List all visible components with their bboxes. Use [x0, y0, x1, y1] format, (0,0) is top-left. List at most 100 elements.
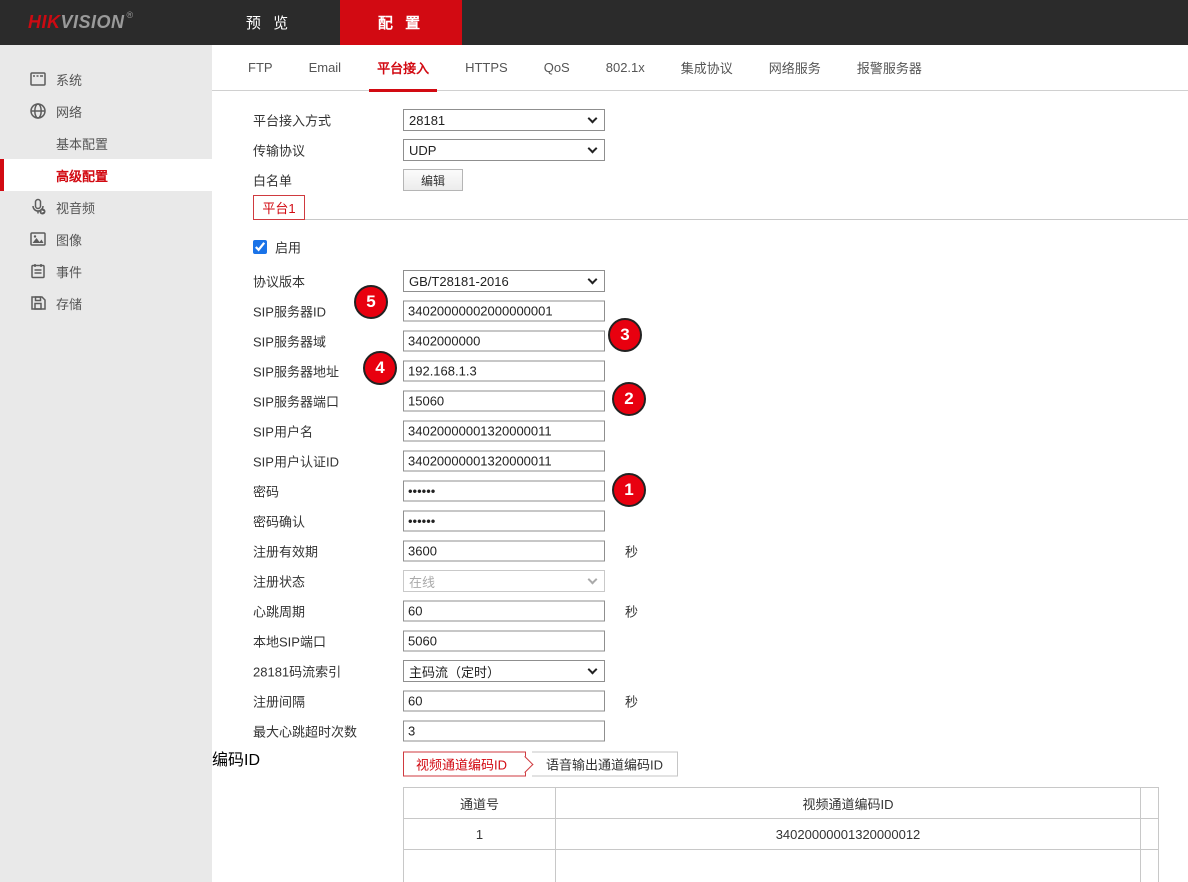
field-label: 注册状态	[253, 572, 305, 591]
field-label: 最大心跳超时次数	[253, 722, 357, 741]
encode-id-tabs: 视频通道编码ID 语音输出通道编码ID	[403, 752, 678, 777]
sidebar-item-storage[interactable]: 存储	[0, 287, 212, 319]
field-label: SIP服务器地址	[253, 362, 339, 381]
protocol-version-select[interactable]: GB/T28181-2016	[403, 270, 605, 292]
field-label: 平台接入方式	[253, 111, 331, 130]
field-label: 白名单	[253, 171, 292, 190]
password-input[interactable]	[403, 481, 605, 502]
topbar: HIKVISION® 预 览 配 置	[0, 0, 1188, 45]
tab-ftp[interactable]: FTP	[240, 45, 281, 91]
transport-protocol-select[interactable]: UDP	[403, 139, 605, 161]
tab-qos[interactable]: QoS	[536, 45, 578, 91]
sidebar-item-label: 视音频	[56, 198, 95, 217]
annotation-badge-3: 3	[608, 318, 642, 352]
heartbeat-period-input[interactable]	[403, 601, 605, 622]
tab-https[interactable]: HTTPS	[457, 45, 516, 91]
platform-access-form: 平台接入方式 28181 传输协议 UDP 白名单 编辑 平台1	[212, 91, 1188, 882]
transport-protocol-row: 传输协议 UDP	[212, 135, 1188, 165]
register-status-select: 在线	[403, 570, 605, 592]
channel-number-cell: 1	[404, 819, 556, 850]
chevron-down-icon	[588, 665, 598, 675]
annotation-badge-2: 2	[612, 382, 646, 416]
sidebar-item-basic-config[interactable]: 基本配置	[0, 127, 212, 159]
field-label: SIP服务器ID	[253, 302, 326, 321]
sip-auth-id-row: SIP用户认证ID	[212, 446, 1188, 476]
sip-server-id-input[interactable]	[403, 301, 605, 322]
sip-auth-id-input[interactable]	[403, 451, 605, 472]
sidebar-item-image[interactable]: 图像	[0, 223, 212, 255]
sidebar-item-system[interactable]: 系统	[0, 63, 212, 95]
password-confirm-input[interactable]	[403, 511, 605, 532]
logo-hik: HIK	[28, 12, 61, 33]
sidebar-item-advanced-config[interactable]: 高级配置	[0, 159, 212, 191]
sidebar-item-event[interactable]: 事件	[0, 255, 212, 287]
tab-alarm-server[interactable]: 报警服务器	[849, 45, 930, 91]
spacer-cell	[1141, 819, 1159, 850]
stream-index-select[interactable]: 主码流（定时）	[403, 660, 605, 682]
sip-server-port-input[interactable]	[403, 391, 605, 412]
tab-8021x[interactable]: 802.1x	[598, 45, 653, 91]
annotation-badge-5: 5	[354, 285, 388, 319]
storage-icon	[28, 294, 47, 313]
sip-server-id-row: SIP服务器ID 5	[212, 296, 1188, 326]
whitelist-edit-button[interactable]: 编辑	[403, 169, 463, 191]
sip-server-address-row: SIP服务器地址 4	[212, 356, 1188, 386]
platform-access-mode-row: 平台接入方式 28181	[212, 105, 1188, 135]
sidebar-item-video-audio[interactable]: 视音频	[0, 191, 212, 223]
enable-label: 启用	[275, 238, 301, 257]
enable-row: 启用	[212, 228, 1188, 266]
register-validity-input[interactable]	[403, 541, 605, 562]
unit-label: 秒	[625, 692, 638, 711]
channel-number-cell	[404, 850, 556, 882]
field-label: 注册间隔	[253, 692, 305, 711]
chevron-down-icon	[588, 144, 598, 154]
field-label: 密码	[253, 482, 279, 501]
platform1-tab[interactable]: 平台1	[253, 195, 305, 220]
sip-server-domain-input[interactable]	[403, 331, 605, 352]
sip-server-domain-row: SIP服务器域 3	[212, 326, 1188, 356]
table-row[interactable]: 1 34020000001320000012	[404, 819, 1159, 850]
sip-server-address-input[interactable]	[403, 361, 605, 382]
video-channel-encode-id-tab[interactable]: 视频通道编码ID	[403, 752, 526, 777]
sip-username-input[interactable]	[403, 421, 605, 442]
field-label: 心跳周期	[253, 602, 305, 621]
platform-access-mode-select[interactable]: 28181	[403, 109, 605, 131]
field-label: 编码ID	[212, 752, 260, 769]
tab-integration-protocol[interactable]: 集成协议	[673, 45, 741, 91]
annotation-badge-4: 4	[363, 351, 397, 385]
max-heartbeat-timeout-input[interactable]	[403, 721, 605, 742]
main-content: FTP Email 平台接入 HTTPS QoS 802.1x 集成协议 网络服…	[212, 45, 1188, 882]
selected-value: 在线	[409, 572, 435, 591]
sidebar-item-label: 存储	[56, 294, 82, 313]
password-confirm-row: 密码确认	[212, 506, 1188, 536]
chevron-down-icon	[588, 275, 598, 285]
image-icon	[28, 230, 47, 249]
sidebar-item-network[interactable]: 网络	[0, 95, 212, 127]
local-sip-port-input[interactable]	[403, 631, 605, 652]
sidebar-item-label: 系统	[56, 70, 82, 89]
channel-table: 通道号 视频通道编码ID 1 34020000001320000012	[403, 787, 1159, 882]
event-icon	[28, 262, 47, 281]
register-interval-input[interactable]	[403, 691, 605, 712]
sidebar-item-label: 基本配置	[56, 134, 108, 153]
tab-platform-access[interactable]: 平台接入	[369, 45, 437, 91]
selected-value: 主码流（定时）	[409, 662, 500, 681]
window-icon	[28, 70, 47, 89]
enable-checkbox[interactable]	[253, 240, 267, 254]
tab-network-service[interactable]: 网络服务	[761, 45, 829, 91]
platform-tab-divider	[253, 219, 1188, 220]
logo-vision: VISION	[61, 12, 125, 33]
password-row: 密码 1	[212, 476, 1188, 506]
nav-tab-configuration[interactable]: 配 置	[340, 0, 462, 45]
table-header-row: 通道号 视频通道编码ID	[404, 788, 1159, 819]
nav-tab-preview[interactable]: 预 览	[219, 0, 319, 45]
field-label: 协议版本	[253, 272, 305, 291]
audio-output-channel-encode-id-tab[interactable]: 语音输出通道编码ID	[532, 752, 678, 777]
table-row[interactable]	[404, 850, 1159, 882]
chevron-down-icon	[588, 575, 598, 585]
register-status-row: 注册状态 在线	[212, 566, 1188, 596]
video-channel-encode-id-cell: 34020000001320000012	[556, 819, 1141, 850]
selected-value: 28181	[409, 113, 445, 128]
spacer-header	[1141, 788, 1159, 819]
tab-email[interactable]: Email	[301, 45, 350, 91]
